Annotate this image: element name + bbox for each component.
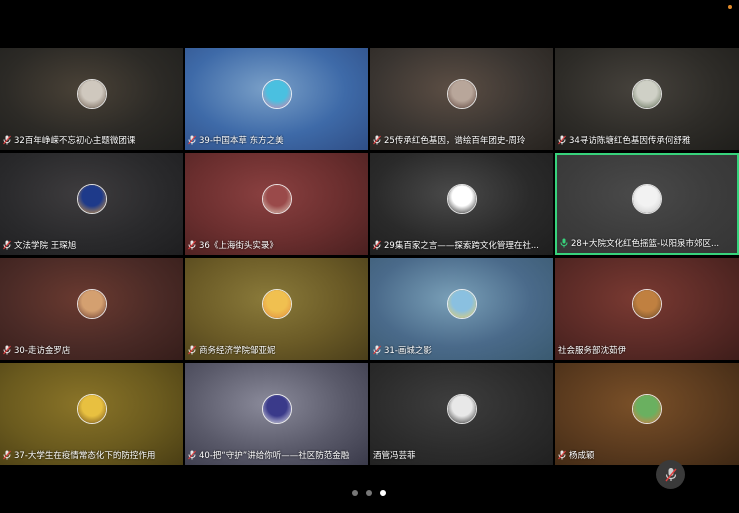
participant-tile[interactable]: 社会服务部沈茹伊 xyxy=(555,258,739,360)
participant-avatar xyxy=(632,79,662,109)
microphone-toggle-button[interactable] xyxy=(656,460,685,489)
participant-tile[interactable]: 30-走访金罗店 xyxy=(0,258,183,360)
participant-tile[interactable]: 31-画城之影 xyxy=(370,258,553,360)
microphone-muted-icon xyxy=(373,135,381,145)
participant-tile[interactable]: 32百年峥嵘不忘初心主题微团课 xyxy=(0,48,183,150)
participant-tile[interactable]: 文法学院 王琛旭 xyxy=(0,153,183,255)
microphone-muted-icon xyxy=(3,240,11,250)
participant-name: 文法学院 王琛旭 xyxy=(14,241,77,251)
participant-avatar xyxy=(446,394,477,424)
microphone-muted-icon xyxy=(664,467,677,481)
participant-tile[interactable]: 酒管冯芸菲 xyxy=(370,363,553,465)
participant-avatar xyxy=(76,184,107,214)
status-indicator-dot xyxy=(728,5,732,9)
participant-avatar xyxy=(446,79,477,109)
participant-name: 商务经济学院邹亚妮 xyxy=(199,346,276,356)
participant-name: 34寻访陈塘红色基因传承何舒雅 xyxy=(569,136,691,146)
participant-tile[interactable]: 36《上海街头实录》 xyxy=(185,153,368,255)
participant-name-label: 25传承红色基因，谱绘百年团史-周玲 xyxy=(373,133,549,147)
participant-name-label: 文法学院 王琛旭 xyxy=(3,238,179,252)
participant-avatar xyxy=(261,184,292,214)
participant-name: 29集百家之言——探索跨文化管理在社... xyxy=(384,241,539,251)
microphone-muted-icon xyxy=(373,240,381,250)
page-dot[interactable] xyxy=(366,490,372,496)
participant-tile[interactable]: 40-把“守护”讲给你听——社区防范金融 xyxy=(185,363,368,465)
participant-tile[interactable]: 29集百家之言——探索跨文化管理在社... xyxy=(370,153,553,255)
participant-avatar xyxy=(632,289,662,319)
participant-avatar xyxy=(632,394,662,424)
participant-avatar xyxy=(261,394,292,424)
microphone-muted-icon xyxy=(558,450,566,460)
participant-name: 37-大学生在疫情常态化下的防控作用 xyxy=(14,451,156,461)
page-dot[interactable] xyxy=(380,490,386,496)
participant-name-label: 28+大院文化红色摇篮-以阳泉市郊区... xyxy=(560,236,733,250)
participant-tile[interactable]: 34寻访陈塘红色基因传承何舒雅 xyxy=(555,48,739,150)
participant-avatar xyxy=(632,184,662,214)
participant-name: 30-走访金罗店 xyxy=(14,346,71,356)
participant-name-label: 30-走访金罗店 xyxy=(3,343,179,357)
participant-name-label: 34寻访陈塘红色基因传承何舒雅 xyxy=(558,133,735,147)
participant-name: 39-中国本草 东方之美 xyxy=(199,136,284,146)
participant-tile[interactable]: 商务经济学院邹亚妮 xyxy=(185,258,368,360)
participant-name-label: 32百年峥嵘不忘初心主题微团课 xyxy=(3,133,179,147)
participant-name: 杨成颖 xyxy=(569,451,595,461)
participant-tile[interactable]: 杨成颖 xyxy=(555,363,739,465)
participant-tile[interactable]: 39-中国本草 东方之美 xyxy=(185,48,368,150)
microphone-muted-icon xyxy=(188,240,196,250)
participant-avatar xyxy=(76,79,107,109)
participant-grid: 32百年峥嵘不忘初心主题微团课 39-中国本草 东方之美 25传承红色基因，谱绘百年… xyxy=(0,48,739,465)
participant-name: 36《上海街头实录》 xyxy=(199,241,278,251)
participant-name-label: 37-大学生在疫情常态化下的防控作用 xyxy=(3,448,179,462)
microphone-muted-icon xyxy=(188,135,196,145)
participant-tile[interactable]: 28+大院文化红色摇篮-以阳泉市郊区... xyxy=(555,153,739,255)
participant-name-label: 40-把“守护”讲给你听——社区防范金融 xyxy=(188,448,364,462)
participant-name-label: 36《上海街头实录》 xyxy=(188,238,364,252)
participant-name: 31-画城之影 xyxy=(384,346,432,356)
participant-name: 25传承红色基因，谱绘百年团史-周玲 xyxy=(384,136,526,146)
participant-avatar xyxy=(261,289,292,319)
page-indicator xyxy=(352,490,386,496)
participant-avatar xyxy=(446,184,477,214)
microphone-muted-icon xyxy=(188,450,196,460)
participant-name-label: 29集百家之言——探索跨文化管理在社... xyxy=(373,238,549,252)
microphone-muted-icon xyxy=(3,450,11,460)
microphone-muted-icon xyxy=(373,345,381,355)
microphone-muted-icon xyxy=(558,135,566,145)
participant-name: 32百年峥嵘不忘初心主题微团课 xyxy=(14,136,136,146)
participant-avatar xyxy=(76,394,107,424)
participant-avatar xyxy=(76,289,107,319)
participant-name: 酒管冯芸菲 xyxy=(373,451,416,461)
participant-name-label: 商务经济学院邹亚妮 xyxy=(188,343,364,357)
microphone-icon xyxy=(560,238,568,248)
participant-tile[interactable]: 25传承红色基因，谱绘百年团史-周玲 xyxy=(370,48,553,150)
microphone-muted-icon xyxy=(3,135,11,145)
participant-name: 28+大院文化红色摇篮-以阳泉市郊区... xyxy=(571,239,720,249)
participant-name: 社会服务部沈茹伊 xyxy=(558,346,627,356)
participant-tile[interactable]: 37-大学生在疫情常态化下的防控作用 xyxy=(0,363,183,465)
participant-name-label: 39-中国本草 东方之美 xyxy=(188,133,364,147)
participant-name-label: 酒管冯芸菲 xyxy=(373,448,549,462)
participant-name-label: 31-画城之影 xyxy=(373,343,549,357)
page-dot[interactable] xyxy=(352,490,358,496)
microphone-muted-icon xyxy=(3,345,11,355)
participant-avatar xyxy=(261,79,292,109)
participant-name-label: 杨成颖 xyxy=(558,448,735,462)
microphone-muted-icon xyxy=(188,345,196,355)
participant-name-label: 社会服务部沈茹伊 xyxy=(558,343,735,357)
participant-avatar xyxy=(446,289,477,319)
participant-name: 40-把“守护”讲给你听——社区防范金融 xyxy=(199,451,350,461)
